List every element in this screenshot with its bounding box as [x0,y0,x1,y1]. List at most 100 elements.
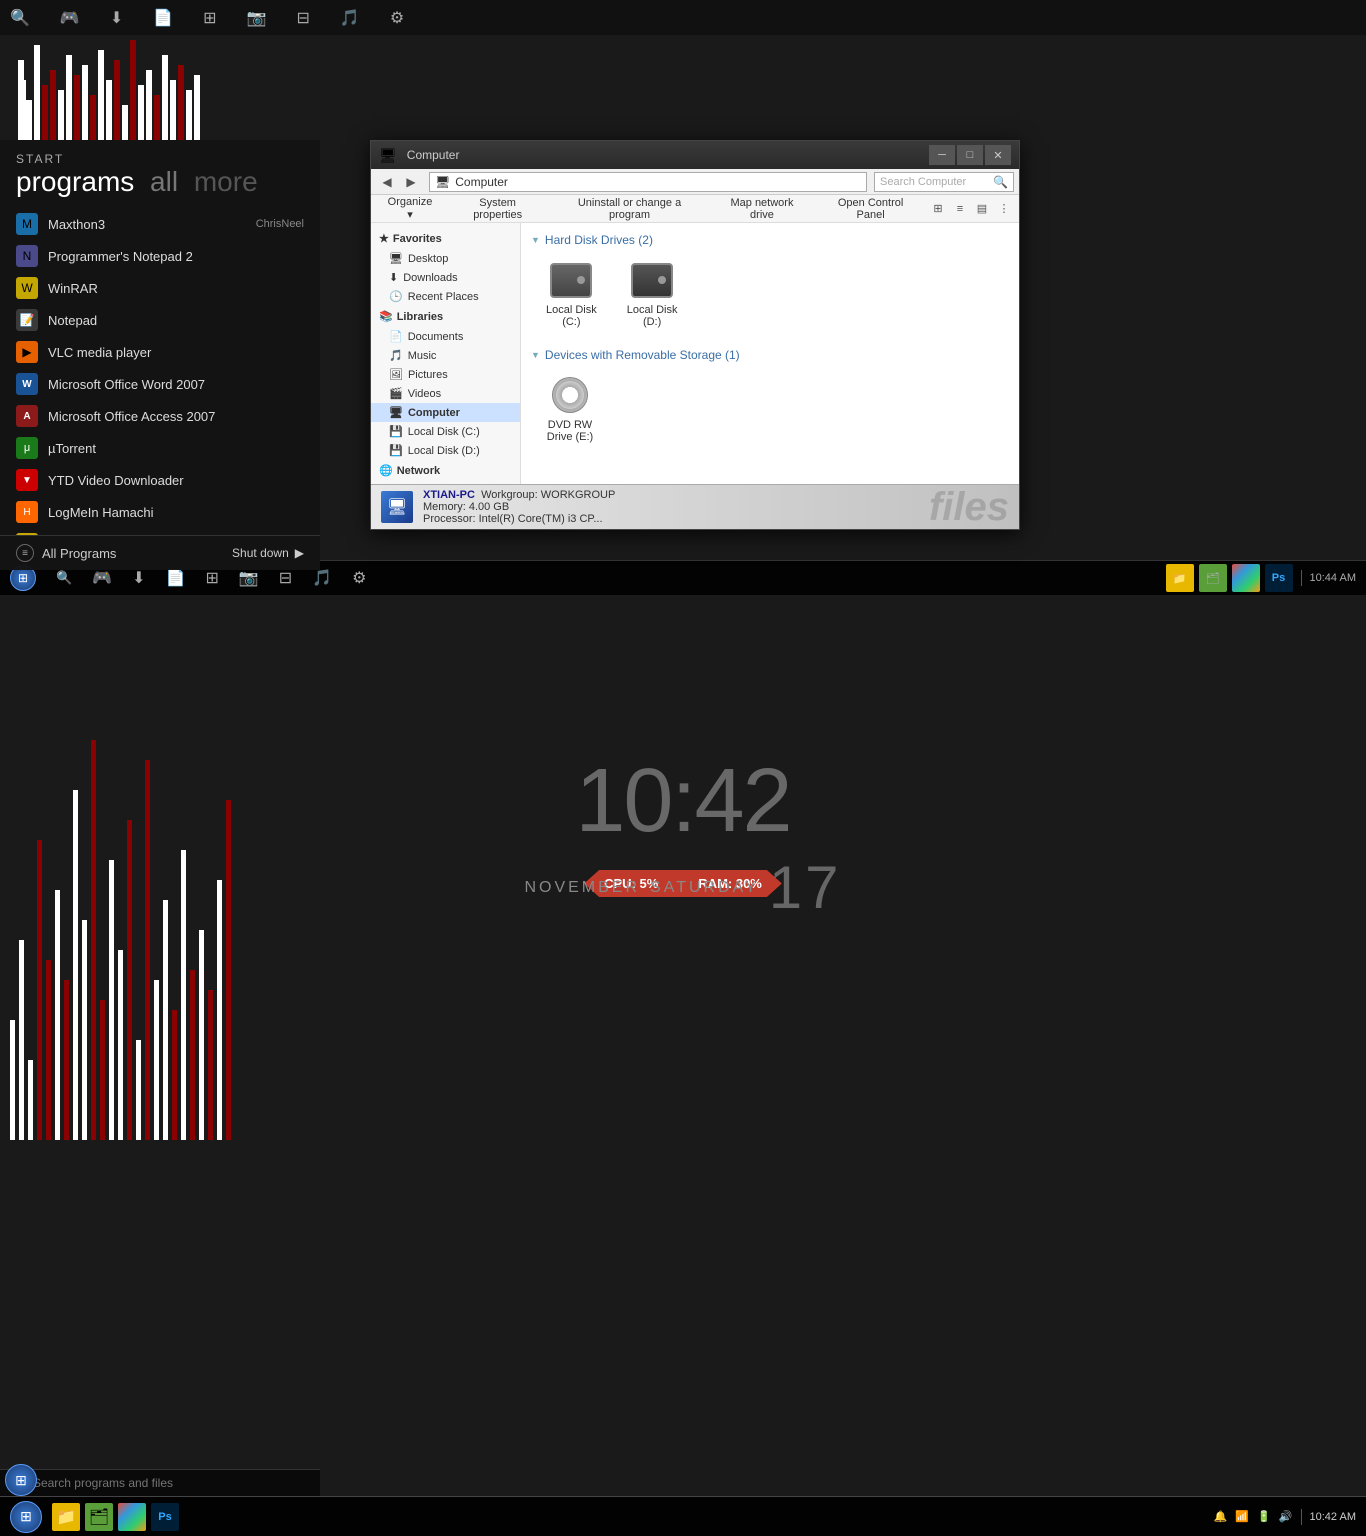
nav-recent[interactable]: 🕒 Recent Places [371,287,520,306]
ps-icon-mid[interactable]: Ps [1265,564,1293,592]
ps-icon-bottom[interactable]: Ps [151,1503,179,1531]
files-icon-bottom[interactable]: 🗂 [85,1503,113,1531]
disk-c-icon: 💾 [389,425,403,438]
word-label: Microsoft Office Word 2007 [48,377,205,392]
nav-videos[interactable]: 🎬 Videos [371,384,520,403]
nav-local-d[interactable]: 💾 Local Disk (D:) [371,441,520,460]
program-ytd[interactable]: ▼ YTD Video Downloader [0,464,320,496]
organize-button[interactable]: Organize ▾ [376,192,444,225]
drive-d[interactable]: Local Disk(D:) [622,255,683,333]
program-winrar[interactable]: W WinRAR [0,272,320,304]
search-input[interactable] [33,1476,233,1490]
nav-downloads[interactable]: ⬇ Downloads [371,268,520,287]
camera-icon[interactable]: 📷 [247,8,267,28]
view-details-button[interactable]: ▤ [972,199,992,219]
folder-icon-mid[interactable]: 📁 [1166,564,1194,592]
window-controls: ─ □ ✕ [929,145,1011,165]
cam-icon-mid[interactable]: 📷 [239,568,259,588]
settings-icon-mid[interactable]: ⚙ [352,568,366,588]
system-properties-button[interactable]: System properties [447,193,548,225]
bottom-bars-decoration [0,595,320,1140]
record-icon[interactable]: ⊟ [297,8,310,28]
search-icon-mid[interactable]: 🔍 [56,570,72,586]
libraries-header[interactable]: 📚 Libraries [371,306,520,327]
start-orb-main[interactable]: ⊞ [10,1501,42,1533]
disk-c-label: Local Disk (C:) [408,426,480,438]
ytd-icon: ▼ [16,469,38,491]
program-borderlands[interactable]: B Play Borderlands 2 nosTEAM [0,528,320,535]
back-button[interactable]: ◀ [376,172,398,192]
hard-disk-label: Hard Disk Drives (2) [545,233,653,247]
minimize-button[interactable]: ─ [929,145,955,165]
favorites-header[interactable]: ★ Favorites [371,228,520,249]
network-header[interactable]: 🌐 Network [371,460,520,481]
libraries-label: Libraries [397,311,443,323]
gamepad-icon-mid[interactable]: 🎮 [92,568,112,588]
download-icon[interactable]: ⬇ [110,8,123,28]
program-access[interactable]: A Microsoft Office Access 2007 [0,400,320,432]
main-panel: Hard Disk Drives (2) Local Disk(C:) Loca… [521,223,1019,484]
start-orb-icon[interactable]: ⊞ [5,1464,37,1496]
nav-documents[interactable]: 📄 Documents [371,327,520,346]
files-icon-mid[interactable]: 🗂 [1199,564,1227,592]
maximize-button[interactable]: □ [957,145,983,165]
nav-computer[interactable]: 🖥 Computer [371,403,520,422]
nav-desktop[interactable]: 🖥 Desktop [371,249,520,268]
doc-icon-mid[interactable]: 📄 [166,568,186,588]
windows-icon[interactable]: ⊞ [203,8,216,28]
nav-pictures[interactable]: 🖼 Pictures [371,365,520,384]
programs-word: programs [16,166,134,197]
view-options-button[interactable]: ⋮ [994,199,1014,219]
document-icon[interactable]: 📄 [153,8,173,28]
settings-icon[interactable]: ⚙ [390,8,404,28]
nav-local-c[interactable]: 💾 Local Disk (C:) [371,422,520,441]
program-notepad2[interactable]: N Programmer's Notepad 2 [0,240,320,272]
search-icon-top[interactable]: 🔍 [10,8,30,28]
forward-button[interactable]: ▶ [400,172,422,192]
maxthon-icon: M [16,213,38,235]
music-icon[interactable]: 🎵 [340,8,360,28]
program-word[interactable]: W Microsoft Office Word 2007 [0,368,320,400]
program-maxthon[interactable]: M Maxthon3 ChrisNeel [0,208,320,240]
drive-d-label: Local Disk(D:) [627,304,678,328]
folder-icon-bottom[interactable]: 📁 [52,1503,80,1531]
search-icon-explorer: 🔍 [993,175,1008,189]
pictures-label: Pictures [408,369,448,381]
close-button[interactable]: ✕ [985,145,1011,165]
taskbar-right-area: 🔔 📶 🔋 🔊 10:42 AM [1214,1509,1356,1525]
window-titlebar: 🖥 Computer ─ □ ✕ [371,141,1019,169]
hard-disk-drives: Local Disk(C:) Local Disk(D:) [531,255,1009,333]
program-vlc[interactable]: ▶ VLC media player [0,336,320,368]
hamachi-label: LogMeIn Hamachi [48,505,154,520]
drive-c[interactable]: Local Disk(C:) [541,255,602,333]
search-box-explorer[interactable]: Search Computer 🔍 [874,172,1014,192]
start-orb-bottom[interactable]: ⊞ [5,1464,37,1496]
explorer-window: 🖥 Computer ─ □ ✕ ◀ ▶ 🖥 Computer Search C… [370,140,1020,530]
colorful-icon-bottom[interactable] [118,1503,146,1531]
music-icon-mid[interactable]: 🎵 [312,568,332,588]
program-utorrent[interactable]: μ µTorrent [0,432,320,464]
program-hamachi[interactable]: H LogMeIn Hamachi [0,496,320,528]
map-drive-button[interactable]: Map network drive [711,193,813,225]
shutdown-button[interactable]: Shut down ▶ [232,546,304,560]
win-icon-mid[interactable]: ⊞ [205,568,218,588]
programs-line: programs all more [16,166,304,198]
view-tiles-button[interactable]: ⊞ [928,199,948,219]
download-icon-mid[interactable]: ⬇ [132,568,145,588]
address-bar[interactable]: 🖥 Computer [429,172,867,192]
pc-name: XTIAN-PC [423,489,475,501]
all-programs-button[interactable]: ≡ All Programs [16,544,116,562]
colorful-icon-mid[interactable] [1232,564,1260,592]
removable-section: Devices with Removable Storage (1) [531,348,1009,362]
uninstall-button[interactable]: Uninstall or change a program [551,193,707,225]
nav-music[interactable]: 🎵 Music [371,346,520,365]
all-programs-icon: ≡ [16,544,34,562]
drive-e[interactable]: DVD RWDrive (E:) [541,370,599,448]
shutdown-arrow-icon: ▶ [295,546,304,560]
view-list-button[interactable]: ≡ [950,199,970,219]
gamepad-icon[interactable]: 🎮 [60,8,80,28]
top-bars-decoration [0,35,320,140]
rec-icon-mid[interactable]: ⊟ [279,568,292,588]
control-panel-button[interactable]: Open Control Panel [816,193,925,225]
program-notepad[interactable]: 📝 Notepad [0,304,320,336]
